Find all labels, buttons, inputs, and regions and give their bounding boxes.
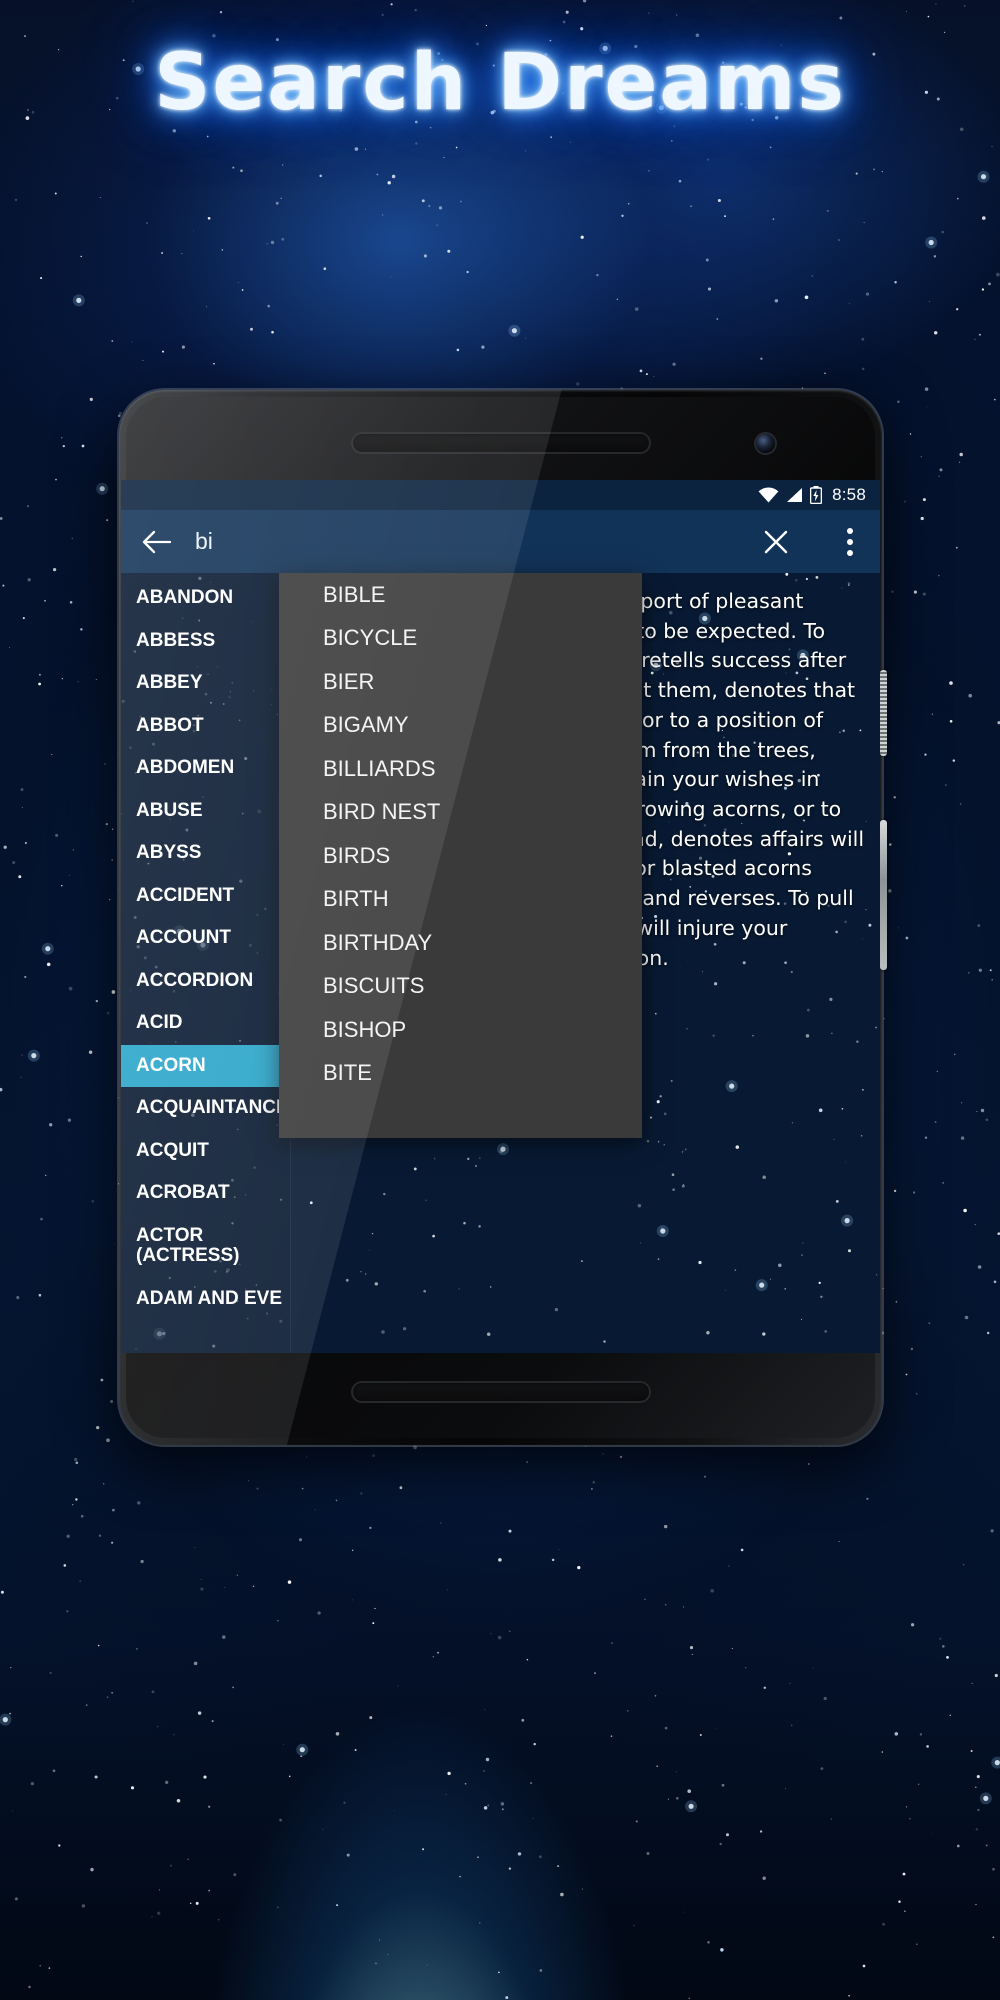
earpiece-speaker [350,432,651,454]
word-list-item[interactable]: ABBESS [121,620,290,663]
search-toolbar: bi [121,510,880,573]
status-bar: 8:58 [121,480,880,510]
suggestion-item[interactable]: BICYCLE [279,617,642,661]
clear-search-button[interactable] [732,529,820,555]
word-list-item[interactable]: ABANDON [121,577,290,620]
suggestion-item[interactable]: BIBLE [279,573,642,617]
wifi-icon [758,487,779,503]
power-button[interactable] [880,670,887,756]
word-list-item[interactable]: ABUSE [121,790,290,833]
word-list-item[interactable]: ABBEY [121,662,290,705]
phone-mockup: 8:58 bi ABANDON ABBESS ABBEY ABBOT ABDOM… [119,390,887,1445]
suggestion-item[interactable]: BIRTHDAY [279,921,642,965]
word-list-item[interactable]: ACCIDENT [121,875,290,918]
word-list-item[interactable]: ACQUIT [121,1130,290,1173]
suggestion-item[interactable]: BILLIARDS [279,747,642,791]
back-arrow-icon [142,530,172,553]
suggestion-item[interactable]: BIRDS [279,834,642,878]
overflow-menu-icon [847,538,853,545]
bottom-speaker [350,1381,651,1403]
battery-charging-icon [810,486,823,504]
page-title-container: Search Dreams [0,38,1000,128]
suggestion-item[interactable]: BIRD NEST [279,791,642,835]
status-bar-time: 8:58 [832,485,866,504]
suggestion-item[interactable]: BIGAMY [279,704,642,748]
suggestion-item[interactable]: BITE [279,1052,642,1096]
front-camera [756,434,775,453]
word-list-item[interactable]: ACQUAINTANCE [121,1087,290,1130]
word-list-item[interactable]: ACROBAT [121,1172,290,1215]
suggestion-item[interactable]: BISHOP [279,1008,642,1052]
volume-rocker[interactable] [880,820,887,970]
page-title: Search Dreams [154,38,846,128]
overflow-menu-button[interactable] [820,527,880,556]
word-list-item[interactable]: ABBOT [121,705,290,748]
suggestion-item[interactable]: BIRTH [279,878,642,922]
search-input[interactable]: bi [193,528,732,555]
close-icon [764,530,788,553]
word-list-item[interactable]: ACCORDION [121,960,290,1003]
word-list-item[interactable]: ABYSS [121,832,290,875]
back-button[interactable] [121,529,193,555]
word-list-item[interactable]: ACORN [121,1044,290,1088]
word-list-item[interactable]: ADAM AND EVE [121,1278,290,1321]
word-list-item[interactable]: ACCOUNT [121,917,290,960]
overflow-menu-icon [847,549,853,556]
phone-screen: 8:58 bi ABANDON ABBESS ABBEY ABBOT ABDOM… [121,480,880,1353]
signal-icon [787,488,803,502]
word-list-item[interactable]: ACID [121,1002,290,1045]
suggestion-item[interactable]: BIER [279,660,642,704]
overflow-menu-icon [847,527,853,534]
suggestion-item[interactable]: BISCUITS [279,965,642,1009]
search-suggestions-dropdown[interactable]: BIBLE BICYCLE BIER BIGAMY BILLIARDS BIRD NEST… [279,573,642,1138]
word-list-item[interactable]: ABDOMEN [121,747,290,790]
word-list-item[interactable]: ACTOR (ACTRESS) [121,1215,290,1278]
dream-word-list[interactable]: ABANDON ABBESS ABBEY ABBOT ABDOMEN ABUSE ABYSS… [121,573,291,1353]
